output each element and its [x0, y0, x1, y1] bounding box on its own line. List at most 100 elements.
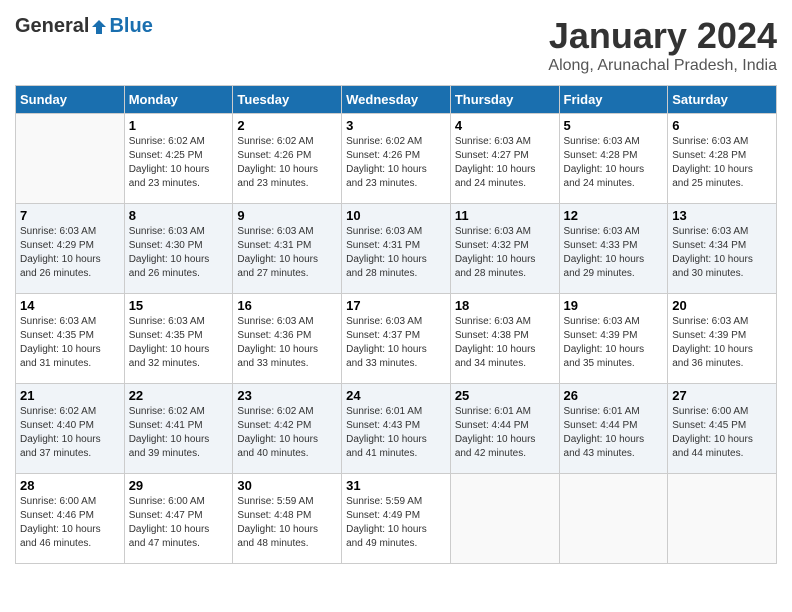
day-header-saturday: Saturday: [668, 86, 777, 114]
day-number: 26: [564, 388, 664, 403]
day-number: 2: [237, 118, 337, 133]
day-info: Sunrise: 6:03 AMSunset: 4:39 PMDaylight:…: [672, 315, 772, 371]
calendar-cell: 25 Sunrise: 6:01 AMSunset: 4:44 PMDayligh…: [450, 384, 559, 474]
day-header-thursday: Thursday: [450, 86, 559, 114]
day-info: Sunrise: 6:03 AMSunset: 4:38 PMDaylight:…: [455, 315, 555, 371]
day-info: Sunrise: 6:03 AMSunset: 4:37 PMDaylight:…: [346, 315, 446, 371]
day-info: Sunrise: 6:03 AMSunset: 4:31 PMDaylight:…: [237, 225, 337, 281]
calendar-cell: [668, 474, 777, 564]
calendar-cell: 4Sunrise: 6:03 AMSunset: 4:27 PMDaylight…: [450, 114, 559, 204]
calendar-cell: 14Sunrise: 6:03 AMSunset: 4:35 PMDayligh…: [16, 294, 125, 384]
day-info: Sunrise: 5:59 AMSunset: 4:49 PMDaylight:…: [346, 495, 446, 551]
day-number: 30: [237, 478, 337, 493]
day-number: 4: [455, 118, 555, 133]
week-row-5: 28 Sunrise: 6:00 AMSunset: 4:46 PMDayligh…: [16, 474, 777, 564]
calendar-cell: 17Sunrise: 6:03 AMSunset: 4:37 PMDayligh…: [342, 294, 451, 384]
calendar-cell: 10 Sunrise: 6:03 AMSunset: 4:31 PMDayligh…: [342, 204, 451, 294]
day-info: Sunrise: 6:00 AMSunset: 4:47 PMDaylight:…: [129, 495, 229, 551]
day-header-wednesday: Wednesday: [342, 86, 451, 114]
day-number: 24: [346, 388, 446, 403]
calendar-table: SundayMondayTuesdayWednesdayThursdayFrid…: [15, 85, 777, 564]
logo: General Blue: [15, 15, 153, 38]
day-info: Sunrise: 6:02 AMSunset: 4:26 PMDaylight:…: [346, 135, 446, 191]
week-row-1: 1 Sunrise: 6:02 AMSunset: 4:25 PMDaylight…: [16, 114, 777, 204]
calendar-cell: 30Sunrise: 5:59 AMSunset: 4:48 PMDayligh…: [233, 474, 342, 564]
calendar-cell: 24 Sunrise: 6:01 AMSunset: 4:43 PMDayligh…: [342, 384, 451, 474]
calendar-cell: 13 Sunrise: 6:03 AMSunset: 4:34 PMDayligh…: [668, 204, 777, 294]
calendar-cell: 16Sunrise: 6:03 AMSunset: 4:36 PMDayligh…: [233, 294, 342, 384]
day-header-friday: Friday: [559, 86, 668, 114]
day-info: Sunrise: 6:01 AMSunset: 4:44 PMDaylight:…: [564, 405, 664, 461]
day-number: 14: [20, 298, 120, 313]
day-number: 12: [564, 208, 664, 223]
calendar-cell: 3 Sunrise: 6:02 AMSunset: 4:26 PMDaylight…: [342, 114, 451, 204]
day-info: Sunrise: 6:03 AMSunset: 4:34 PMDaylight:…: [672, 225, 772, 281]
day-number: 5: [564, 118, 664, 133]
day-number: 21: [20, 388, 120, 403]
location: Along, Arunachal Pradesh, India: [548, 57, 777, 75]
month-title: January 2024: [548, 15, 777, 57]
day-info: Sunrise: 6:03 AMSunset: 4:35 PMDaylight:…: [129, 315, 229, 371]
calendar-cell: [16, 114, 125, 204]
day-info: Sunrise: 6:00 AMSunset: 4:46 PMDaylight:…: [20, 495, 120, 551]
day-number: 1: [129, 118, 229, 133]
week-row-3: 14 Sunrise: 6:03 AMSunset: 4:35 PMDayligh…: [16, 294, 777, 384]
day-info: Sunrise: 6:01 AMSunset: 4:44 PMDaylight:…: [455, 405, 555, 461]
day-number: 15: [129, 298, 229, 313]
calendar-cell: 8 Sunrise: 6:03 AMSunset: 4:30 PMDaylight…: [124, 204, 233, 294]
day-number: 11: [455, 208, 555, 223]
calendar-cell: 28 Sunrise: 6:00 AMSunset: 4:46 PMDayligh…: [16, 474, 125, 564]
day-number: 22: [129, 388, 229, 403]
logo-general: General: [15, 15, 89, 38]
day-number: 23: [237, 388, 337, 403]
calendar-cell: 26 Sunrise: 6:01 AMSunset: 4:44 PMDayligh…: [559, 384, 668, 474]
day-info: Sunrise: 6:02 AMSunset: 4:25 PMDaylight:…: [129, 135, 229, 191]
calendar-cell: [559, 474, 668, 564]
day-info: Sunrise: 6:03 AMSunset: 4:36 PMDaylight:…: [237, 315, 337, 371]
calendar-cell: 27Sunrise: 6:00 AMSunset: 4:45 PMDayligh…: [668, 384, 777, 474]
calendar-cell: 1 Sunrise: 6:02 AMSunset: 4:25 PMDaylight…: [124, 114, 233, 204]
page-header: General Blue January 2024 Along, Arunach…: [15, 15, 777, 75]
day-info: Sunrise: 6:03 AMSunset: 4:33 PMDaylight:…: [564, 225, 664, 281]
day-info: Sunrise: 6:03 AMSunset: 4:32 PMDaylight:…: [455, 225, 555, 281]
calendar-cell: 2Sunrise: 6:02 AMSunset: 4:26 PMDaylight…: [233, 114, 342, 204]
day-number: 10: [346, 208, 446, 223]
calendar-cell: 7 Sunrise: 6:03 AMSunset: 4:29 PMDaylight…: [16, 204, 125, 294]
calendar-cell: 20 Sunrise: 6:03 AMSunset: 4:39 PMDayligh…: [668, 294, 777, 384]
day-info: Sunrise: 6:02 AMSunset: 4:42 PMDaylight:…: [237, 405, 337, 461]
day-number: 13: [672, 208, 772, 223]
day-number: 3: [346, 118, 446, 133]
day-info: Sunrise: 6:00 AMSunset: 4:45 PMDaylight:…: [672, 405, 772, 461]
week-row-2: 7 Sunrise: 6:03 AMSunset: 4:29 PMDaylight…: [16, 204, 777, 294]
day-number: 29: [129, 478, 229, 493]
calendar-header-row: SundayMondayTuesdayWednesdayThursdayFrid…: [16, 86, 777, 114]
day-number: 25: [455, 388, 555, 403]
day-number: 18: [455, 298, 555, 313]
day-info: Sunrise: 6:02 AMSunset: 4:41 PMDaylight:…: [129, 405, 229, 461]
day-number: 8: [129, 208, 229, 223]
logo-icon: [90, 18, 108, 36]
day-info: Sunrise: 6:03 AMSunset: 4:29 PMDaylight:…: [20, 225, 120, 281]
day-header-tuesday: Tuesday: [233, 86, 342, 114]
day-header-monday: Monday: [124, 86, 233, 114]
calendar-cell: 9 Sunrise: 6:03 AMSunset: 4:31 PMDaylight…: [233, 204, 342, 294]
day-number: 6: [672, 118, 772, 133]
calendar-cell: 29 Sunrise: 6:00 AMSunset: 4:47 PMDayligh…: [124, 474, 233, 564]
calendar-cell: [450, 474, 559, 564]
day-info: Sunrise: 6:03 AMSunset: 4:31 PMDaylight:…: [346, 225, 446, 281]
calendar-cell: 23 Sunrise: 6:02 AMSunset: 4:42 PMDayligh…: [233, 384, 342, 474]
day-number: 7: [20, 208, 120, 223]
day-info: Sunrise: 6:03 AMSunset: 4:30 PMDaylight:…: [129, 225, 229, 281]
day-info: Sunrise: 6:01 AMSunset: 4:43 PMDaylight:…: [346, 405, 446, 461]
day-header-sunday: Sunday: [16, 86, 125, 114]
title-area: January 2024 Along, Arunachal Pradesh, I…: [548, 15, 777, 75]
day-info: Sunrise: 6:03 AMSunset: 4:28 PMDaylight:…: [564, 135, 664, 191]
week-row-4: 21Sunrise: 6:02 AMSunset: 4:40 PMDayligh…: [16, 384, 777, 474]
day-number: 9: [237, 208, 337, 223]
calendar-cell: 15 Sunrise: 6:03 AMSunset: 4:35 PMDayligh…: [124, 294, 233, 384]
calendar-cell: 6Sunrise: 6:03 AMSunset: 4:28 PMDaylight…: [668, 114, 777, 204]
calendar-cell: 19Sunrise: 6:03 AMSunset: 4:39 PMDayligh…: [559, 294, 668, 384]
day-number: 28: [20, 478, 120, 493]
calendar-body: 1 Sunrise: 6:02 AMSunset: 4:25 PMDaylight…: [16, 114, 777, 564]
day-number: 20: [672, 298, 772, 313]
